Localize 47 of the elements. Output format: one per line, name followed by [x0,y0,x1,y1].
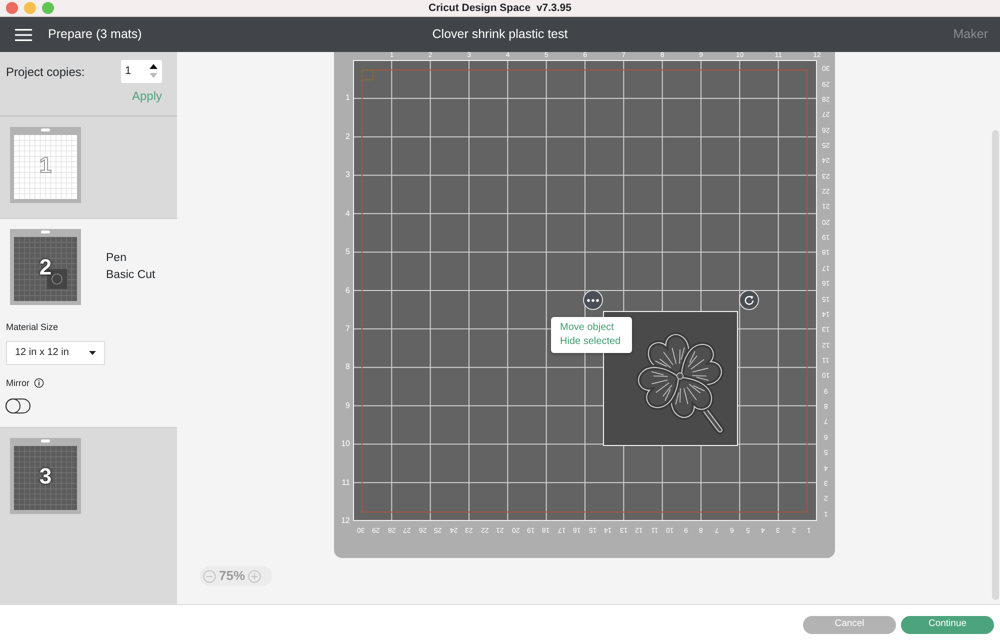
caret-icon [89,350,96,354]
mat-number: 1 [39,152,52,180]
menu-icon[interactable] [15,28,32,40]
ruler-label: 9 [346,402,350,410]
copies-field[interactable]: 1 [121,60,162,83]
ruler-label: 1 [346,94,350,102]
mat-panel[interactable]: 2 Pen Basic Cut Material Size 12 in x 12 in Mirror [0,219,177,428]
window-title: Cricut Design Space v7.3.95 [428,1,572,16]
material-size-select[interactable]: 12 in x 12 in [6,340,105,364]
menu-item[interactable]: Move object [560,321,614,335]
mat-setting: Pen [106,251,128,266]
mat-number: 2 [39,254,52,282]
mat-panel[interactable]: 1 [0,117,177,219]
machine-name: Maker [953,26,988,44]
ruler-label: 12 [341,517,350,526]
mat-number: 3 [39,462,52,490]
ruler-label: 3 [346,171,350,180]
project-title: Clover shrink plastic test [432,26,568,44]
field-label: Project copies: [6,64,85,80]
more-icon [587,298,599,302]
mat-thumbnail[interactable] [10,438,81,514]
ruler-label: 8 [346,363,350,372]
ruler-label: 11 [342,478,350,487]
rotate-icon [744,294,754,306]
mat-setting: Basic Cut [106,268,156,283]
ruler-label: 5 [346,248,350,256]
mat-thumbnail[interactable] [10,127,81,203]
info-icon[interactable] [34,378,44,388]
ruler-label: 4 [346,210,350,218]
field-label: Material Size [6,321,60,334]
ruler-label: 10 [341,440,350,448]
field-label: Mirror [6,376,30,390]
close-icon[interactable] [6,2,18,14]
page-title: Prepare (3 mats) [48,26,142,44]
mat-thumbnail[interactable] [10,229,81,305]
ruler-label: 2 [346,132,350,141]
mirror-toggle[interactable] [5,398,31,414]
cancel-button[interactable]: Cancel [803,616,896,634]
mat-panel[interactable]: 3 [0,428,177,644]
spinner-icon[interactable] [149,63,158,79]
menu-item[interactable]: Hide selected [560,335,621,349]
zoom-level: 75% [219,567,246,586]
scrollbar[interactable] [992,130,999,600]
ruler-label: 6 [346,286,350,295]
ruler-label: 7 [346,324,350,333]
apply-link[interactable]: Apply [6,87,162,105]
continue-button[interactable]: Continue [901,616,994,634]
